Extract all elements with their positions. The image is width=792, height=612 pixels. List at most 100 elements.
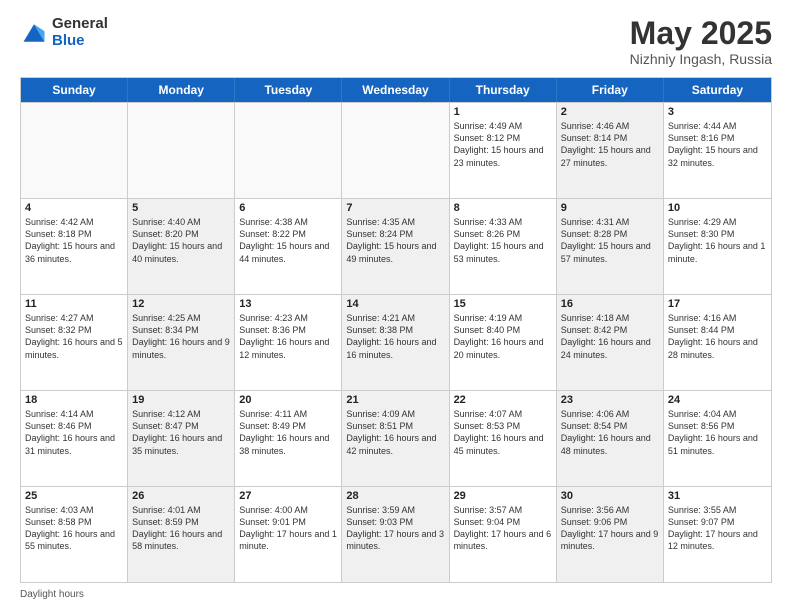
day-number: 4 bbox=[25, 202, 123, 214]
page: General Blue May 2025 Nizhniy Ingash, Ru… bbox=[0, 0, 792, 612]
day-number: 27 bbox=[239, 490, 337, 502]
cell-text: Sunrise: 4:06 AM Sunset: 8:54 PM Dayligh… bbox=[561, 408, 659, 457]
day-number: 8 bbox=[454, 202, 552, 214]
day-number: 22 bbox=[454, 394, 552, 406]
calendar-cell: 28Sunrise: 3:59 AM Sunset: 9:03 PM Dayli… bbox=[342, 487, 449, 582]
calendar-cell: 11Sunrise: 4:27 AM Sunset: 8:32 PM Dayli… bbox=[21, 295, 128, 390]
calendar-cell: 21Sunrise: 4:09 AM Sunset: 8:51 PM Dayli… bbox=[342, 391, 449, 486]
day-number: 10 bbox=[668, 202, 767, 214]
calendar-header-cell: Sunday bbox=[21, 78, 128, 102]
logo-icon bbox=[20, 19, 48, 47]
calendar-cell bbox=[21, 103, 128, 198]
cell-text: Sunrise: 4:35 AM Sunset: 8:24 PM Dayligh… bbox=[346, 216, 444, 265]
cell-text: Sunrise: 3:57 AM Sunset: 9:04 PM Dayligh… bbox=[454, 504, 552, 553]
day-number: 23 bbox=[561, 394, 659, 406]
day-number: 3 bbox=[668, 106, 767, 118]
calendar-cell: 1 Sunrise: 4:49 AM Sunset: 8:12 PM Daylig… bbox=[450, 103, 557, 198]
calendar-cell: 10Sunrise: 4:29 AM Sunset: 8:30 PM Dayli… bbox=[664, 199, 771, 294]
day-number: 12 bbox=[132, 298, 230, 310]
cell-text: Sunrise: 4:00 AM Sunset: 9:01 PM Dayligh… bbox=[239, 504, 337, 553]
cell-text: Sunrise: 4:23 AM Sunset: 8:36 PM Dayligh… bbox=[239, 312, 337, 361]
calendar-cell bbox=[235, 103, 342, 198]
calendar-header-cell: Monday bbox=[128, 78, 235, 102]
day-number: 31 bbox=[668, 490, 767, 502]
day-number: 16 bbox=[561, 298, 659, 310]
day-number: 15 bbox=[454, 298, 552, 310]
cell-text: Sunrise: 4:40 AM Sunset: 8:20 PM Dayligh… bbox=[132, 216, 230, 265]
calendar-row: 4 Sunrise: 4:42 AM Sunset: 8:18 PM Daylig… bbox=[21, 198, 771, 294]
day-number: 6 bbox=[239, 202, 337, 214]
calendar-cell: 18Sunrise: 4:14 AM Sunset: 8:46 PM Dayli… bbox=[21, 391, 128, 486]
calendar-row: 1 Sunrise: 4:49 AM Sunset: 8:12 PM Daylig… bbox=[21, 102, 771, 198]
cell-text: Sunrise: 4:25 AM Sunset: 8:34 PM Dayligh… bbox=[132, 312, 230, 361]
calendar-cell: 7 Sunrise: 4:35 AM Sunset: 8:24 PM Daylig… bbox=[342, 199, 449, 294]
calendar-cell: 27 Sunrise: 4:00 AM Sunset: 9:01 PM Dayli… bbox=[235, 487, 342, 582]
cell-text: Sunrise: 4:03 AM Sunset: 8:58 PM Dayligh… bbox=[25, 504, 123, 553]
day-number: 29 bbox=[454, 490, 552, 502]
calendar-cell: 13 Sunrise: 4:23 AM Sunset: 8:36 PM Dayli… bbox=[235, 295, 342, 390]
logo-blue-text: Blue bbox=[52, 32, 85, 49]
calendar-cell: 23 Sunrise: 4:06 AM Sunset: 8:54 PM Dayli… bbox=[557, 391, 664, 486]
calendar-row: 18Sunrise: 4:14 AM Sunset: 8:46 PM Dayli… bbox=[21, 390, 771, 486]
day-number: 2 bbox=[561, 106, 659, 118]
calendar-cell bbox=[128, 103, 235, 198]
day-number: 18 bbox=[25, 394, 123, 406]
cell-text: Sunrise: 4:01 AM Sunset: 8:59 PM Dayligh… bbox=[132, 504, 230, 553]
footer-label: Daylight hours bbox=[20, 589, 84, 600]
calendar-cell: 9Sunrise: 4:31 AM Sunset: 8:28 PM Daylig… bbox=[557, 199, 664, 294]
calendar-header-cell: Friday bbox=[557, 78, 664, 102]
cell-text: Sunrise: 4:49 AM Sunset: 8:12 PM Dayligh… bbox=[454, 120, 552, 169]
calendar-cell: 26 Sunrise: 4:01 AM Sunset: 8:59 PM Dayli… bbox=[128, 487, 235, 582]
day-number: 1 bbox=[454, 106, 552, 118]
cell-text: Sunrise: 3:56 AM Sunset: 9:06 PM Dayligh… bbox=[561, 504, 659, 553]
cell-text: Sunrise: 4:12 AM Sunset: 8:47 PM Dayligh… bbox=[132, 408, 230, 457]
calendar-cell: 2 Sunrise: 4:46 AM Sunset: 8:14 PM Daylig… bbox=[557, 103, 664, 198]
title-block: May 2025 Nizhniy Ingash, Russia bbox=[630, 16, 772, 67]
cell-text: Sunrise: 4:38 AM Sunset: 8:22 PM Dayligh… bbox=[239, 216, 337, 265]
day-number: 20 bbox=[239, 394, 337, 406]
day-number: 26 bbox=[132, 490, 230, 502]
cell-text: Sunrise: 4:04 AM Sunset: 8:56 PM Dayligh… bbox=[668, 408, 767, 457]
cell-text: Sunrise: 4:46 AM Sunset: 8:14 PM Dayligh… bbox=[561, 120, 659, 169]
cell-text: Sunrise: 4:07 AM Sunset: 8:53 PM Dayligh… bbox=[454, 408, 552, 457]
day-number: 28 bbox=[346, 490, 444, 502]
calendar-cell: 3 Sunrise: 4:44 AM Sunset: 8:16 PM Daylig… bbox=[664, 103, 771, 198]
calendar-cell: 29 Sunrise: 3:57 AM Sunset: 9:04 PM Dayli… bbox=[450, 487, 557, 582]
calendar-header-cell: Saturday bbox=[664, 78, 771, 102]
header: General Blue May 2025 Nizhniy Ingash, Ru… bbox=[20, 16, 772, 67]
day-number: 11 bbox=[25, 298, 123, 310]
logo-general-text: General bbox=[52, 15, 108, 32]
logo-text: General Blue bbox=[52, 16, 108, 49]
calendar-cell: 16 Sunrise: 4:18 AM Sunset: 8:42 PM Dayli… bbox=[557, 295, 664, 390]
calendar-header-cell: Thursday bbox=[450, 78, 557, 102]
footer: Daylight hours bbox=[20, 589, 772, 600]
calendar-cell bbox=[342, 103, 449, 198]
calendar-cell: 30Sunrise: 3:56 AM Sunset: 9:06 PM Dayli… bbox=[557, 487, 664, 582]
calendar-cell: 31 Sunrise: 3:55 AM Sunset: 9:07 PM Dayli… bbox=[664, 487, 771, 582]
day-number: 7 bbox=[346, 202, 444, 214]
cell-text: Sunrise: 4:16 AM Sunset: 8:44 PM Dayligh… bbox=[668, 312, 767, 361]
day-number: 25 bbox=[25, 490, 123, 502]
logo: General Blue bbox=[20, 16, 108, 49]
cell-text: Sunrise: 4:18 AM Sunset: 8:42 PM Dayligh… bbox=[561, 312, 659, 361]
day-number: 19 bbox=[132, 394, 230, 406]
calendar-cell: 17 Sunrise: 4:16 AM Sunset: 8:44 PM Dayli… bbox=[664, 295, 771, 390]
day-number: 13 bbox=[239, 298, 337, 310]
cell-text: Sunrise: 4:33 AM Sunset: 8:26 PM Dayligh… bbox=[454, 216, 552, 265]
cell-text: Sunrise: 4:31 AM Sunset: 8:28 PM Dayligh… bbox=[561, 216, 659, 265]
calendar-cell: 20Sunrise: 4:11 AM Sunset: 8:49 PM Dayli… bbox=[235, 391, 342, 486]
cell-text: Sunrise: 3:55 AM Sunset: 9:07 PM Dayligh… bbox=[668, 504, 767, 553]
cell-text: Sunrise: 4:42 AM Sunset: 8:18 PM Dayligh… bbox=[25, 216, 123, 265]
calendar-body: 1 Sunrise: 4:49 AM Sunset: 8:12 PM Daylig… bbox=[21, 102, 771, 582]
calendar-cell: 6 Sunrise: 4:38 AM Sunset: 8:22 PM Daylig… bbox=[235, 199, 342, 294]
cell-text: Sunrise: 4:44 AM Sunset: 8:16 PM Dayligh… bbox=[668, 120, 767, 169]
title-location: Nizhniy Ingash, Russia bbox=[630, 51, 772, 67]
calendar-header-row: SundayMondayTuesdayWednesdayThursdayFrid… bbox=[21, 78, 771, 102]
day-number: 5 bbox=[132, 202, 230, 214]
calendar-cell: 8 Sunrise: 4:33 AM Sunset: 8:26 PM Daylig… bbox=[450, 199, 557, 294]
day-number: 17 bbox=[668, 298, 767, 310]
calendar-cell: 12 Sunrise: 4:25 AM Sunset: 8:34 PM Dayli… bbox=[128, 295, 235, 390]
cell-text: Sunrise: 4:19 AM Sunset: 8:40 PM Dayligh… bbox=[454, 312, 552, 361]
title-month: May 2025 bbox=[630, 16, 772, 51]
cell-text: Sunrise: 4:21 AM Sunset: 8:38 PM Dayligh… bbox=[346, 312, 444, 361]
